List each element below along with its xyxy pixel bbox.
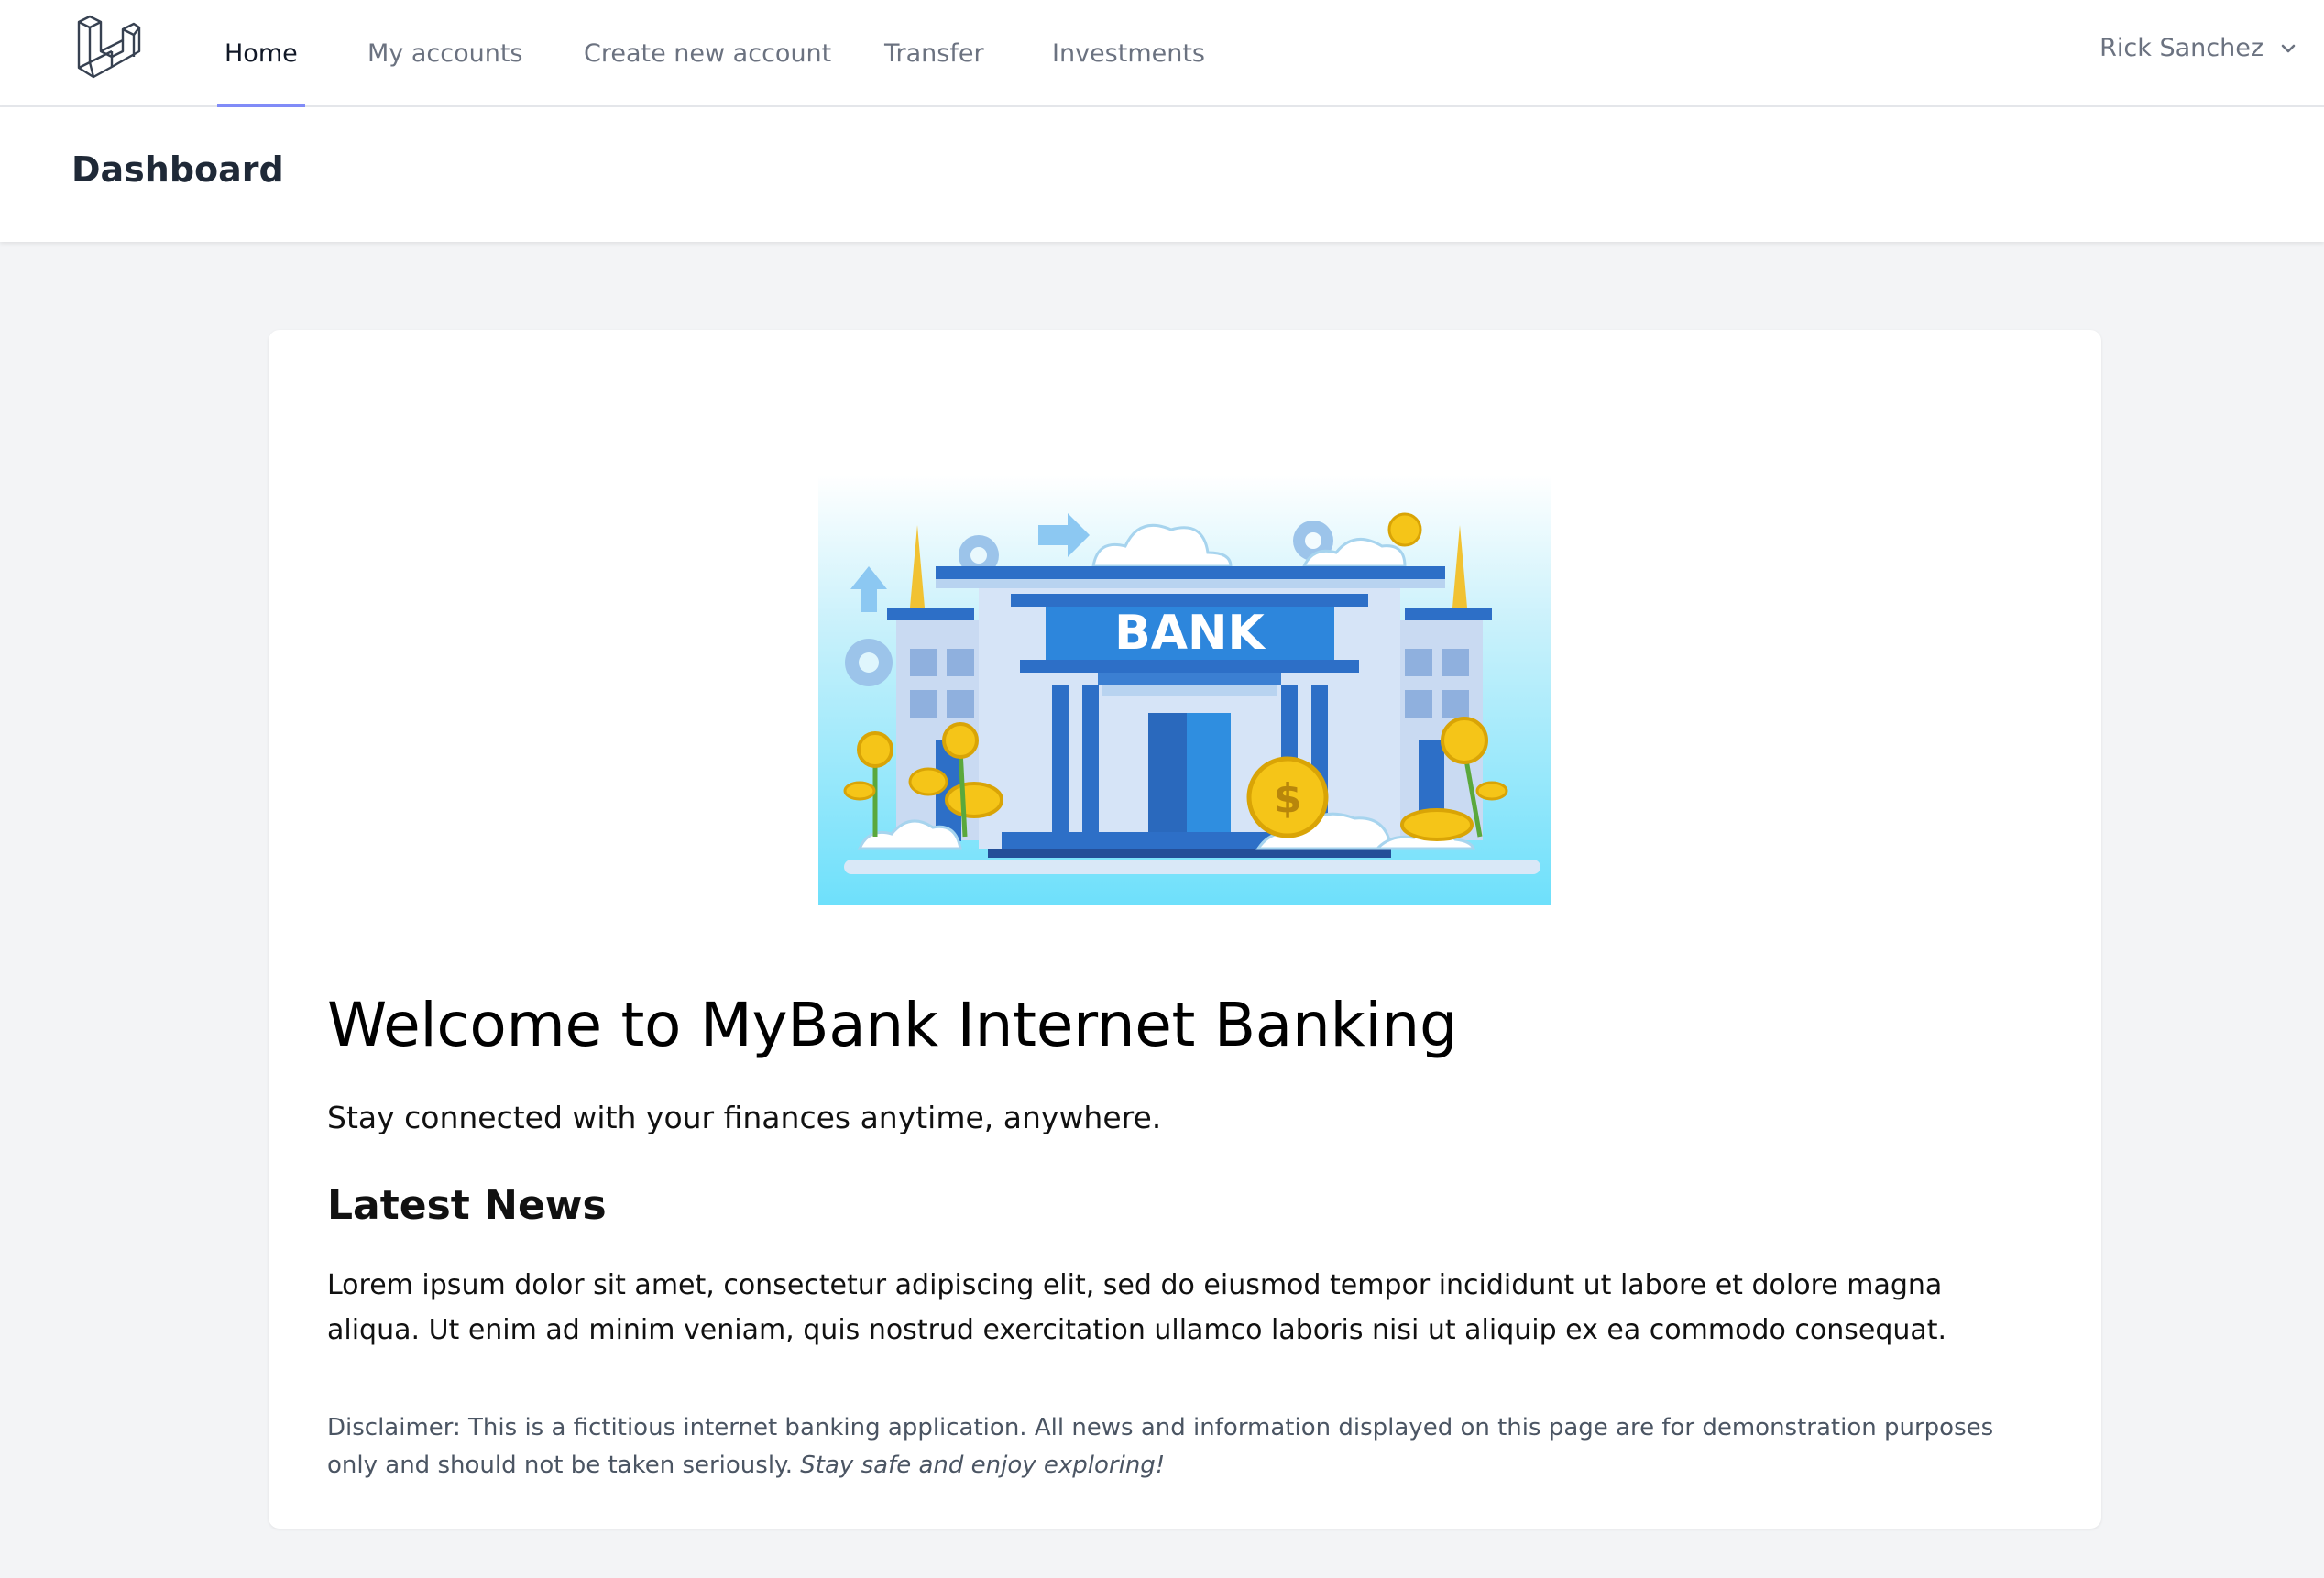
disclaimer-emphasis: Stay safe and enjoy exploring! [800, 1452, 1166, 1479]
svg-text:$: $ [1274, 775, 1302, 822]
latest-news-heading: Latest News [327, 1182, 607, 1229]
nav-home[interactable]: Home [217, 0, 305, 108]
nav-create-new-account-label: Create new account [584, 39, 832, 68]
nav-transfer[interactable]: Transfer [884, 0, 984, 107]
page-title: Dashboard [71, 149, 284, 190]
bank-illustration: BANK $ [818, 475, 1551, 905]
laravel-logo-icon[interactable] [75, 15, 143, 81]
dashboard-card: BANK $ Welcome to MyBank Internet Bankin… [269, 330, 2101, 1529]
top-navigation: Home My accounts Create new account Tran… [0, 0, 2324, 108]
nav-create-new-account[interactable]: Create new account [584, 0, 831, 107]
page-header: Dashboard [0, 107, 2324, 242]
user-name: Rick Sanchez [2099, 34, 2264, 62]
user-menu-button[interactable]: Rick Sanchez [2099, 0, 2297, 96]
nav-home-label: Home [225, 39, 298, 68]
welcome-tagline: Stay connected with your finances anytim… [327, 1100, 1162, 1135]
disclaimer: Disclaimer: This is a fictitious interne… [327, 1409, 2032, 1485]
nav-investments-label: Investments [1052, 39, 1205, 68]
nav-investments[interactable]: Investments [1052, 0, 1205, 107]
nav-my-accounts-label: My accounts [367, 39, 523, 68]
chevron-down-icon [2281, 44, 2296, 52]
latest-news-body: Lorem ipsum dolor sit amet, consectetur … [327, 1269, 1947, 1346]
welcome-title: Welcome to MyBank Internet Banking [327, 990, 1458, 1060]
nav-my-accounts[interactable]: My accounts [367, 0, 523, 107]
nav-transfer-label: Transfer [884, 39, 984, 68]
bank-sign-text: BANK [1114, 606, 1266, 661]
